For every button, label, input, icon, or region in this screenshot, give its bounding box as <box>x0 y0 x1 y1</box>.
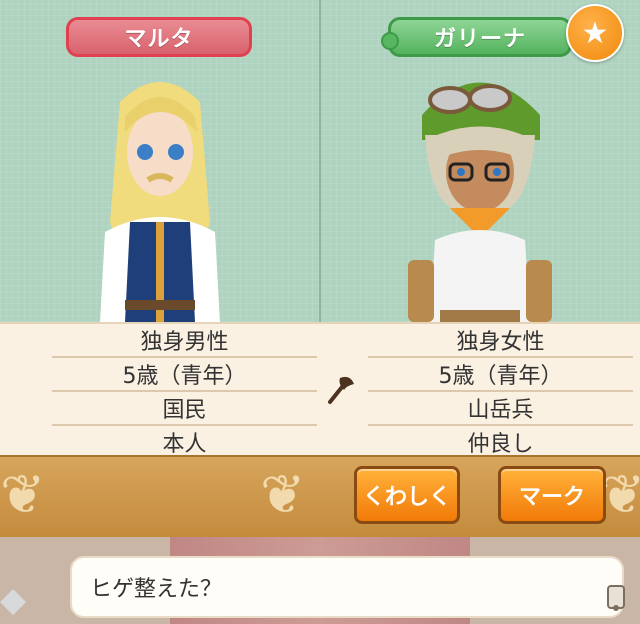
right-character-portrait[interactable] <box>400 60 560 322</box>
ornament-right: ❦ <box>600 463 640 526</box>
profile-info-table: 独身男性 5歳（青年） 国民 本人 独身女性 5歳（青年） 山岳兵 仲良し <box>0 322 640 460</box>
star-icon[interactable]: ★ <box>566 4 624 62</box>
scroll-icon[interactable] <box>604 584 632 614</box>
dialog-box[interactable]: ヒゲ整えた？ <box>70 556 624 618</box>
left-character-name-tag: マルタ <box>66 17 252 57</box>
left-character-portrait[interactable] <box>80 72 240 322</box>
axe-icon <box>324 372 358 414</box>
ornament-center: ❦ <box>260 463 306 526</box>
left-character-name: マルタ <box>124 27 194 52</box>
left-age: 5歳（青年） <box>52 358 317 392</box>
dialog-text: ヒゲ整えた？ <box>90 577 223 602</box>
right-age: 5歳（青年） <box>368 358 633 392</box>
right-info-column: 独身女性 5歳（青年） 山岳兵 仲良し <box>368 324 633 460</box>
right-status: 独身女性 <box>368 324 633 358</box>
right-character-name: ガリーナ <box>433 27 526 52</box>
left-occupation: 国民 <box>52 392 317 426</box>
left-info-column: 独身男性 5歳（青年） 国民 本人 <box>52 324 317 460</box>
right-character-name-tag: ガリーナ <box>381 17 572 57</box>
ornament-left: ❦ <box>0 463 46 526</box>
left-status: 独身男性 <box>52 324 317 358</box>
tag-dot <box>381 32 399 50</box>
right-occupation: 山岳兵 <box>368 392 633 426</box>
crystal-icon: ◆ <box>0 580 27 620</box>
mark-button[interactable]: マーク <box>498 466 606 524</box>
detail-button[interactable]: くわしく <box>354 466 460 524</box>
